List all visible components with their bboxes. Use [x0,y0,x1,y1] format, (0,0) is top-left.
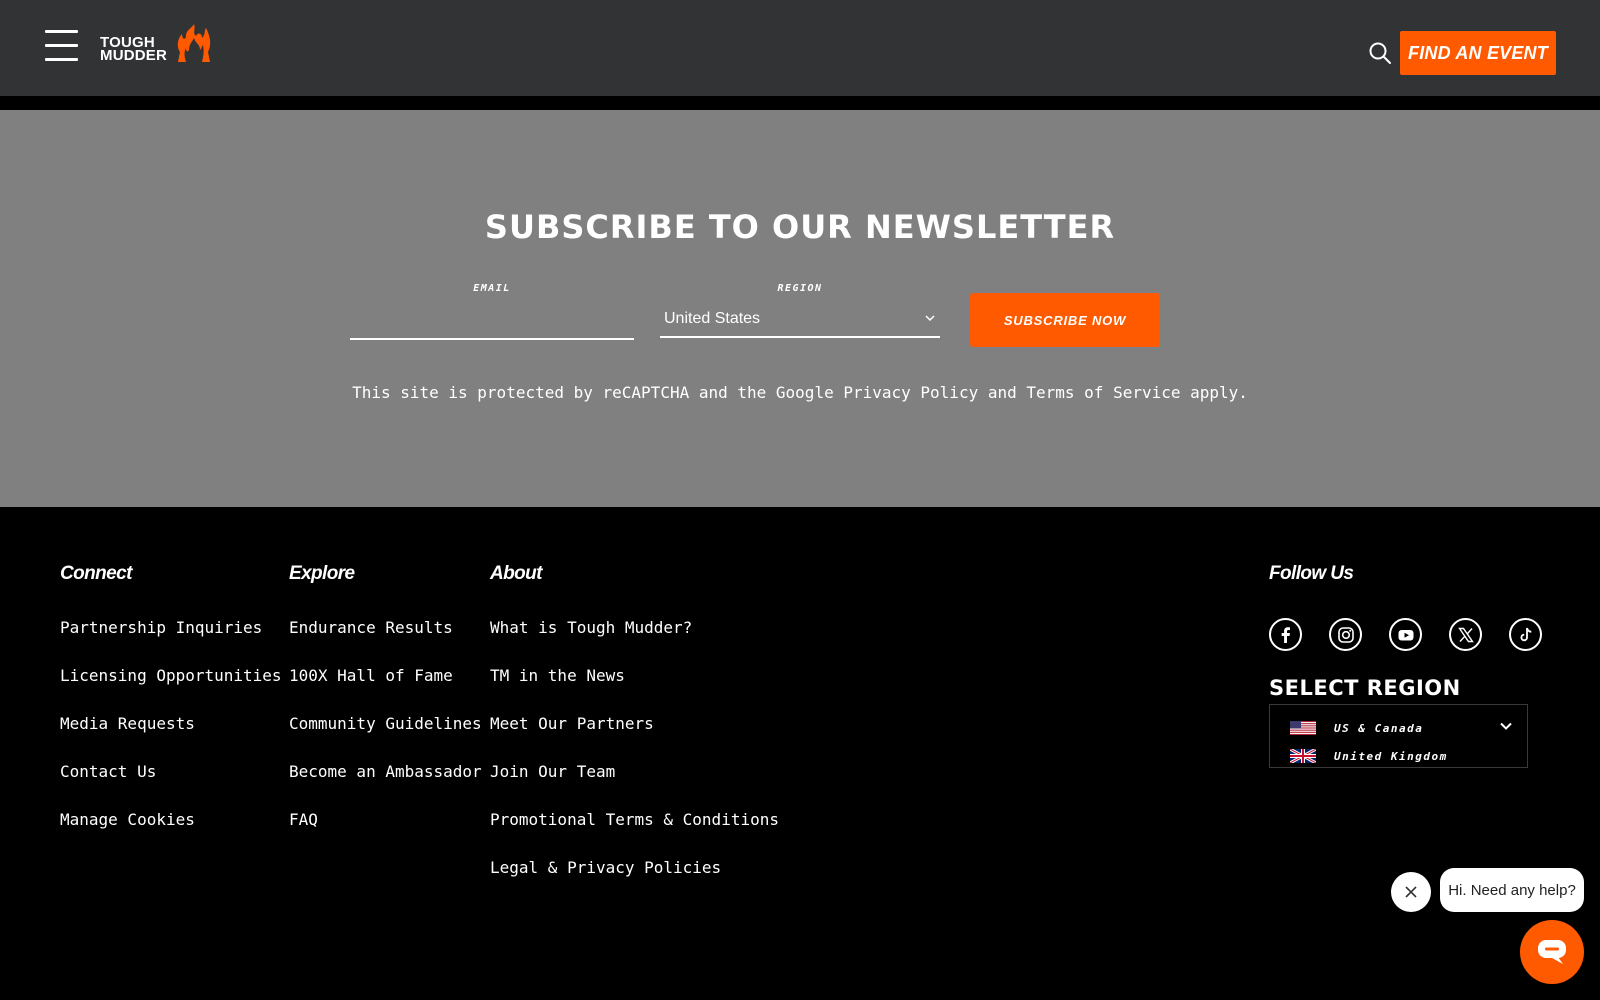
footer-heading-follow: Follow Us [1269,563,1354,584]
facebook-icon[interactable] [1269,618,1302,651]
region-select[interactable]: United States [660,302,940,338]
terms-of-service-link[interactable]: Terms of Service [1026,383,1180,402]
chat-close-button[interactable] [1391,872,1431,912]
instagram-icon[interactable] [1329,618,1362,651]
footer-column-follow: Follow Us SELECT REGION US & Canada Unit… [1269,563,1542,768]
newsletter-title: SUBSCRIBE TO OUR NEWSLETTER [484,208,1116,246]
select-region-title: SELECT REGION [1269,676,1461,700]
youtube-icon[interactable] [1389,618,1422,651]
tough-mudder-logo[interactable]: TOUGH MUDDER [100,24,215,64]
region-select-value: United States [664,310,761,327]
social-links [1269,618,1542,651]
chevron-down-icon[interactable] [1499,719,1513,733]
newsletter-section: SUBSCRIBE TO OUR NEWSLETTER EMAIL REGION… [0,110,1600,507]
recaptcha-notice: This site is protected by reCAPTCHA and … [352,383,1248,402]
email-field[interactable] [350,300,634,340]
footer-link-faq[interactable]: FAQ [289,810,482,858]
find-an-event-button[interactable]: FIND AN EVENT [1400,31,1556,75]
search-icon[interactable] [1368,41,1392,65]
close-icon [1405,886,1417,898]
footer-link-manage-cookies[interactable]: Manage Cookies [60,810,282,858]
footer-link-join-our-team[interactable]: Join Our Team [490,762,779,810]
footer-heading-connect: Connect [60,563,132,584]
footer-link-licensing-opportunities[interactable]: Licensing Opportunities [60,666,282,714]
us-flag-icon [1290,721,1316,735]
uk-flag-icon [1290,749,1316,763]
footer-link-media-requests[interactable]: Media Requests [60,714,282,762]
region-label: REGION [777,283,823,294]
footer-link-community-guidelines[interactable]: Community Guidelines [289,714,482,762]
site-header: TOUGH MUDDER FIND AN EVENT [0,0,1600,96]
menu-icon[interactable] [45,30,78,62]
footer-link-hall-of-fame[interactable]: 100X Hall of Fame [289,666,482,714]
footer-link-become-ambassador[interactable]: Become an Ambassador [289,762,482,810]
region-option-united-kingdom[interactable]: United Kingdom [1290,749,1448,763]
footer-link-contact-us[interactable]: Contact Us [60,762,282,810]
site-footer: Connect Partnership Inquiries Licensing … [0,507,1600,1000]
tiktok-icon[interactable] [1509,618,1542,651]
privacy-policy-link[interactable]: Privacy Policy [843,383,978,402]
region-selector[interactable]: US & Canada United Kingdom [1269,704,1528,768]
footer-link-legal-privacy[interactable]: Legal & Privacy Policies [490,858,779,906]
footer-link-promotional-terms[interactable]: Promotional Terms & Conditions [490,810,779,858]
footer-link-what-is-tough-mudder[interactable]: What is Tough Mudder? [490,618,779,666]
footer-heading-explore: Explore [289,563,355,584]
footer-link-meet-our-partners[interactable]: Meet Our Partners [490,714,779,762]
footer-column-connect: Connect Partnership Inquiries Licensing … [60,563,282,858]
footer-link-tm-in-the-news[interactable]: TM in the News [490,666,779,714]
chat-icon [1538,940,1566,964]
region-option-us-canada[interactable]: US & Canada [1290,721,1423,735]
footer-link-endurance-results[interactable]: Endurance Results [289,618,482,666]
chat-launcher-button[interactable] [1520,920,1584,984]
chat-greeting-bubble[interactable]: Hi. Need any help? [1440,868,1584,912]
flame-logo-icon [177,24,211,62]
chevron-down-icon [925,315,935,322]
footer-heading-about: About [490,563,542,584]
email-label: EMAIL [473,283,511,294]
x-twitter-icon[interactable] [1449,618,1482,651]
footer-column-explore: Explore Endurance Results 100X Hall of F… [289,563,482,858]
logo-text: TOUGH MUDDER [100,34,168,64]
header-divider [0,96,1600,110]
footer-column-about: About What is Tough Mudder? TM in the Ne… [490,563,779,906]
subscribe-now-button[interactable]: SUBSCRIBE NOW [970,293,1160,347]
footer-link-partnership-inquiries[interactable]: Partnership Inquiries [60,618,282,666]
